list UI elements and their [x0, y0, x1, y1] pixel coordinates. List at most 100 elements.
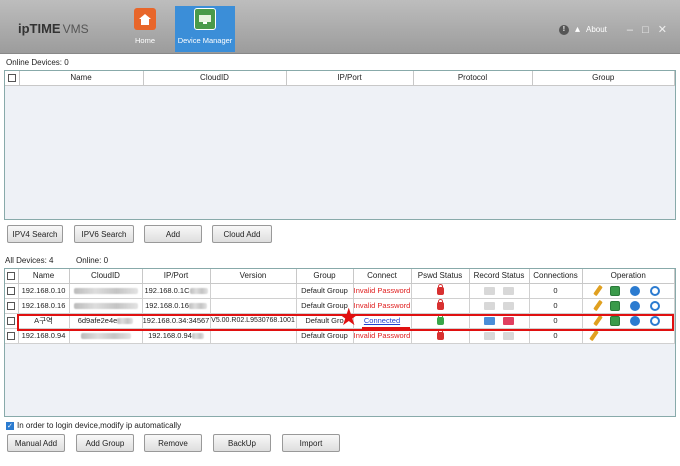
manual-add-button[interactable]: Manual Add	[7, 434, 65, 452]
camera-icon	[503, 317, 514, 325]
pswd-status	[411, 313, 470, 329]
device-version	[210, 298, 297, 314]
remove-button[interactable]: Remove	[144, 434, 202, 452]
auto-ip-option[interactable]: ✓ In order to login device,modify ip aut…	[6, 421, 181, 430]
col-group[interactable]: Group	[532, 71, 675, 86]
col-protocol[interactable]: Protocol	[413, 71, 533, 86]
ipv4-search-button[interactable]: IPV4 Search	[7, 225, 63, 243]
device-connect-status: Connected	[353, 313, 412, 329]
refresh-icon[interactable]	[650, 315, 661, 326]
row-checkbox[interactable]	[5, 298, 19, 314]
nav-device-manager-button[interactable]: Device Manager	[175, 6, 235, 52]
col-operation[interactable]: Operation	[582, 269, 675, 284]
edit-icon[interactable]	[593, 284, 604, 297]
ipv6-search-button[interactable]: IPV6 Search	[74, 225, 134, 243]
title-bar: ipTIME VMS Home Device Manager ! ▴ About …	[0, 0, 680, 54]
col-ip-port[interactable]: IP/Port	[142, 269, 211, 284]
record-status	[469, 283, 530, 299]
select-all-checkbox[interactable]	[5, 71, 20, 86]
row-checkbox[interactable]	[5, 313, 19, 329]
col-ip-port[interactable]: IP/Port	[286, 71, 414, 86]
record-status	[469, 298, 530, 314]
device-name: 192.168.0.94	[18, 328, 70, 344]
lock-icon	[436, 299, 444, 310]
operation-cell	[582, 313, 675, 329]
table-row[interactable]: 192.168.0.10 192.168.0.1C Default Group …	[5, 283, 675, 299]
record-status	[469, 313, 530, 329]
backup-button[interactable]: BackUp	[213, 434, 271, 452]
qr-code-icon[interactable]	[610, 300, 621, 311]
col-version[interactable]: Version	[210, 269, 297, 284]
device-cloudid	[69, 298, 143, 314]
import-button[interactable]: Import	[282, 434, 340, 452]
time-sync-icon[interactable]	[630, 300, 641, 311]
col-group[interactable]: Group	[296, 269, 354, 284]
select-all-checkbox[interactable]	[5, 269, 19, 284]
pswd-status	[411, 283, 470, 299]
row-checkbox[interactable]	[5, 328, 19, 344]
window-controls[interactable]: – □ ✕	[627, 23, 670, 36]
star-marker-icon: ★	[338, 304, 360, 331]
time-sync-icon[interactable]	[630, 315, 641, 326]
col-name[interactable]: Name	[19, 71, 144, 86]
all-devices-count: All Devices: 4	[5, 256, 54, 265]
edit-icon[interactable]	[593, 299, 604, 312]
qr-code-icon[interactable]	[610, 285, 621, 296]
operation-cell	[582, 283, 675, 299]
storage-icon	[484, 287, 495, 295]
col-connections[interactable]: Connections	[529, 269, 583, 284]
add-button[interactable]: Add	[144, 225, 202, 243]
title-right-controls: ! ▴ About – □ ✕	[558, 23, 670, 36]
device-connect-status: Invalid Password	[353, 283, 412, 299]
operation-cell	[582, 328, 675, 344]
row-checkbox[interactable]	[5, 283, 19, 299]
online-devices-table[interactable]: Name CloudID IP/Port Protocol Group	[4, 70, 676, 220]
col-name[interactable]: Name	[18, 269, 70, 284]
device-ip: 192.168.0.34:34567	[142, 313, 211, 329]
refresh-icon[interactable]	[650, 300, 661, 311]
device-group: Default Group	[296, 283, 354, 299]
operation-cell	[582, 298, 675, 314]
camera-icon	[503, 287, 514, 295]
underline-marker	[362, 327, 410, 329]
device-ip: 192.168.0.16	[142, 298, 211, 314]
app-logo: ipTIME VMS	[18, 21, 89, 36]
add-group-button[interactable]: Add Group	[76, 434, 134, 452]
col-pswd-status[interactable]: Pswd Status	[411, 269, 470, 284]
col-record-status[interactable]: Record Status	[469, 269, 530, 284]
edit-icon[interactable]	[593, 314, 604, 327]
camera-icon	[503, 302, 514, 310]
col-connect[interactable]: Connect	[353, 269, 412, 284]
device-version: V5.00.R02.L9530768.1001	[210, 313, 297, 329]
about-link[interactable]: About	[586, 25, 607, 34]
all-table-header: Name CloudID IP/Port Version Group Conne…	[5, 269, 675, 284]
device-cloudid: 6d9afe2e4e	[69, 313, 143, 329]
auto-ip-checkbox[interactable]: ✓	[6, 421, 14, 430]
device-connections: 0	[529, 283, 583, 299]
edit-icon[interactable]	[588, 329, 599, 342]
device-connect-status: Invalid Password	[353, 328, 412, 344]
all-devices-table[interactable]: Name CloudID IP/Port Version Group Conne…	[4, 268, 676, 417]
device-connections: 0	[529, 328, 583, 344]
storage-icon	[484, 332, 495, 340]
info-icon[interactable]: !	[558, 24, 569, 35]
time-sync-icon[interactable]	[630, 285, 641, 296]
shirt-icon[interactable]: ▴	[575, 24, 580, 35]
home-icon	[134, 8, 156, 30]
device-name: 192.168.0.16	[18, 298, 70, 314]
nav-home-button[interactable]: Home	[128, 6, 162, 52]
cloud-add-button[interactable]: Cloud Add	[212, 225, 272, 243]
device-ip: 192.168.0.94	[142, 328, 211, 344]
col-cloudid[interactable]: CloudID	[143, 71, 287, 86]
device-ip: 192.168.0.1C	[142, 283, 211, 299]
refresh-icon[interactable]	[650, 285, 661, 296]
online-count: Online: 0	[76, 256, 109, 265]
storage-icon	[484, 317, 495, 325]
device-name: 192.168.0.10	[18, 283, 70, 299]
auto-ip-label: In order to login device,modify ip autom…	[17, 421, 182, 430]
device-connections: 0	[529, 313, 583, 329]
device-version	[210, 283, 297, 299]
camera-icon	[503, 332, 514, 340]
qr-code-icon[interactable]	[610, 315, 621, 326]
col-cloudid[interactable]: CloudID	[69, 269, 143, 284]
